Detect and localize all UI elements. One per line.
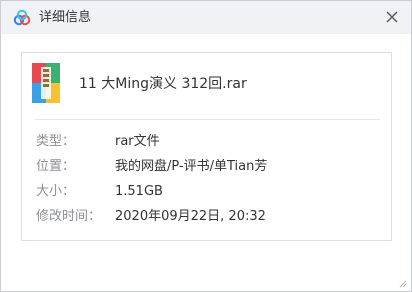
modified-label: 修改时间： — [36, 209, 102, 224]
details-panel: 11 大Ming演义 312回.rar 类型： rar文件 位置： 我的网盘/P… — [21, 52, 392, 241]
type-label: 类型： — [36, 134, 76, 149]
location-label: 位置： — [36, 159, 76, 174]
type-value: rar文件 — [115, 134, 160, 149]
baidu-netdisk-logo-icon — [13, 9, 31, 26]
resize-grip-icon[interactable] — [397, 278, 407, 288]
rar-archive-icon — [32, 63, 60, 103]
dialog-title: 详细信息 — [39, 10, 92, 25]
close-icon — [386, 11, 398, 23]
title-bar[interactable]: 详细信息 — [1, 1, 411, 34]
divider — [35, 119, 380, 120]
size-label: 大小： — [36, 184, 76, 199]
file-details-dialog: 详细信息 11 大Ming演义 312回.rar 类型： rar文件 位置： 我… — [0, 0, 412, 292]
location-value[interactable]: 我的网盘/P-评书/单Tian芳 — [115, 158, 267, 175]
modified-value: 2020年09月22日, 20:32 — [115, 209, 266, 224]
file-name: 11 大Ming演义 312回.rar — [79, 76, 247, 92]
close-button[interactable] — [381, 6, 403, 28]
size-value: 1.51GB — [115, 184, 163, 199]
